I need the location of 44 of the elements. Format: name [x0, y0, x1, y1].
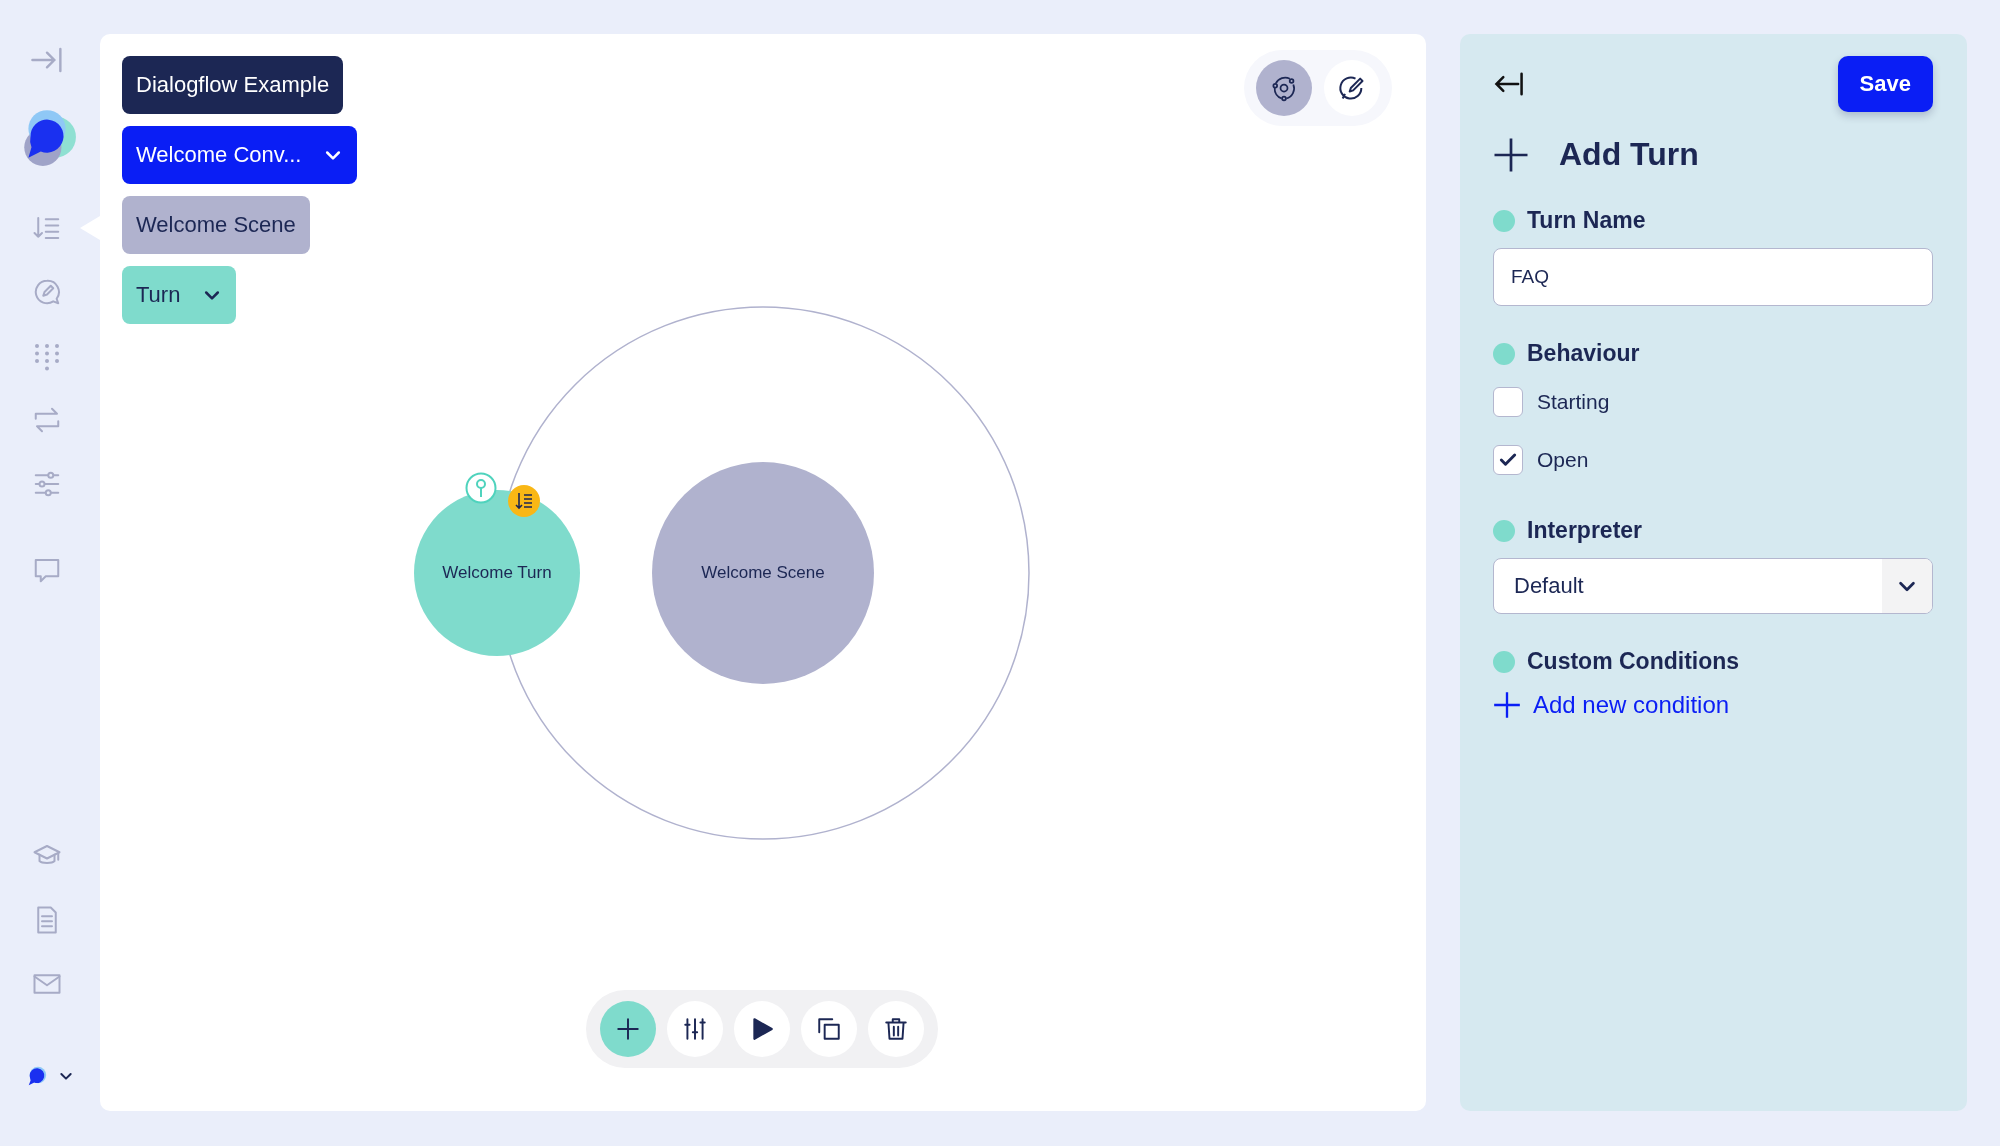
collapse-icon[interactable] [1493, 70, 1525, 98]
pin-icon[interactable] [465, 472, 497, 504]
list-icon[interactable] [508, 485, 540, 517]
copy-icon [816, 1016, 842, 1042]
breadcrumb-button[interactable]: Dialogflow Example [122, 56, 344, 114]
status-dot [1493, 209, 1515, 232]
chat-edit-icon [1338, 74, 1366, 102]
toolbar-button[interactable] [600, 1001, 656, 1057]
scene-node[interactable]: Welcome Scene [652, 462, 874, 684]
chat-edit-icon [32, 277, 62, 307]
breadcrumb-button[interactable]: Turn [122, 266, 237, 324]
expand-icon[interactable] [30, 45, 64, 75]
orbit-icon [1270, 74, 1298, 102]
checkbox[interactable] [1493, 387, 1523, 417]
checkbox-label: Starting [1537, 390, 1610, 414]
repeat-icon [32, 405, 62, 435]
turn-node[interactable]: Welcome Turn [414, 490, 580, 656]
toolbar-button[interactable] [868, 1001, 924, 1057]
sliders-icon [32, 469, 62, 499]
checkbox[interactable] [1493, 445, 1523, 475]
interpreter-dropdown[interactable]: Default [1493, 558, 1933, 614]
trash-icon [883, 1016, 909, 1042]
view-button[interactable] [1324, 60, 1380, 116]
plus-icon [1493, 691, 1521, 719]
dots-icon [32, 341, 62, 371]
field-label: Custom Conditions [1527, 648, 1740, 675]
plus-icon [615, 1016, 641, 1042]
field-label: Behaviour [1527, 340, 1640, 367]
breadcrumb-button[interactable]: Welcome Conv... [122, 126, 358, 184]
breadcrumb-button[interactable]: Welcome Scene [122, 196, 310, 254]
add-condition-link[interactable]: Add new condition [1493, 691, 1730, 719]
status-dot [1493, 650, 1515, 673]
field-label: Turn Name [1527, 207, 1646, 234]
panel-title: Add Turn [1559, 136, 1699, 173]
status-dot [1493, 519, 1515, 542]
save-button[interactable]: Save [1837, 56, 1933, 112]
avatar-icon[interactable] [26, 1065, 48, 1087]
checkbox-label: Open [1537, 448, 1589, 472]
plus-icon [1493, 136, 1529, 173]
sliders-icon [682, 1016, 708, 1042]
status-dot [1493, 342, 1515, 365]
field-label: Interpreter [1527, 517, 1643, 544]
turn-name-field[interactable]: FAQ [1493, 248, 1933, 306]
view-button[interactable] [1256, 60, 1312, 116]
